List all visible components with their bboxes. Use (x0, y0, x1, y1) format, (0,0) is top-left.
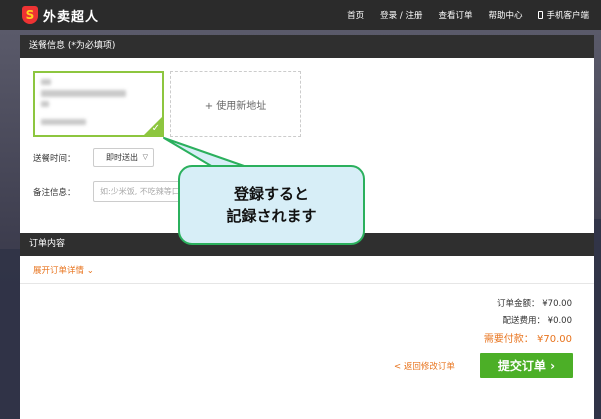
saved-address-card[interactable]: ✓ (33, 71, 164, 137)
nav-orders[interactable]: 查看订单 (438, 9, 472, 21)
delivery-time-label: 送餐时间： (33, 154, 76, 164)
expand-label: 展开订单详情 (33, 266, 85, 276)
divider (20, 283, 594, 284)
logo-icon: S (22, 6, 38, 24)
new-address-button[interactable]: + 使用新地址 (170, 71, 301, 137)
chevron-right-icon: › (550, 358, 556, 373)
remark-label: 备注信息： (33, 188, 76, 198)
nav-home[interactable]: 首页 (347, 9, 364, 21)
back-link-label: 返回修改订单 (403, 362, 455, 372)
chevron-down-icon: ⌄ (86, 266, 94, 276)
callout-line-1: 登録すると (233, 185, 309, 203)
delivery-time-select[interactable]: 即时送出 ▽ (93, 148, 154, 167)
payable-label: 需要付款： (483, 334, 534, 345)
order-total: 订单金额： ¥70.00 (497, 297, 572, 309)
check-icon: ✓ (151, 123, 160, 134)
order-total-label: 订单金额： (497, 299, 540, 309)
submit-order-button[interactable]: 提交订单 › (480, 353, 573, 378)
delivery-fee-value: ¥0.00 (547, 316, 572, 326)
delivery-fee-label: 配送费用： (502, 316, 545, 326)
callout-line-2: 記録されます (226, 207, 317, 225)
payable-amount: 需要付款： ¥70.00 (484, 330, 572, 345)
top-nav: 首页 登录 / 注册 查看订单 帮助中心 手机客户端 (331, 0, 589, 30)
logo-text: 外卖超人 (43, 9, 100, 25)
order-total-value: ¥70.00 (542, 299, 572, 309)
address-phone-blurred (41, 119, 86, 125)
address-detail-blurred (41, 101, 49, 107)
site-logo[interactable]: S 外卖超人 (22, 5, 99, 25)
delivery-fee: 配送费用： ¥0.00 (502, 314, 572, 326)
nav-mobile-label: 手机客户端 (546, 11, 589, 21)
back-to-edit-link[interactable]: < 返回修改订单 (394, 360, 455, 372)
top-bar: S 外卖超人 首页 登录 / 注册 查看订单 帮助中心 手机客户端 (0, 0, 601, 30)
chevron-down-icon: ▽ (142, 153, 148, 161)
delivery-time-value: 即时送出 (106, 153, 138, 162)
payable-value: ¥70.00 (537, 334, 572, 345)
delivery-section-title: 送餐信息 (*为必填项) (20, 35, 594, 58)
expand-order-details-link[interactable]: 展开订单详情 ⌄ (33, 264, 94, 276)
phone-icon (538, 11, 544, 19)
annotation-callout: 登録すると 記録されます (178, 165, 365, 245)
submit-label: 提交订单 (497, 359, 546, 373)
address-line-blurred (41, 90, 126, 97)
nav-help[interactable]: 帮助中心 (488, 9, 522, 21)
chevron-left-icon: < (394, 362, 402, 372)
nav-login[interactable]: 登录 / 注册 (380, 9, 422, 21)
nav-mobile-app[interactable]: 手机客户端 (538, 9, 589, 21)
address-name-blurred (41, 79, 51, 85)
